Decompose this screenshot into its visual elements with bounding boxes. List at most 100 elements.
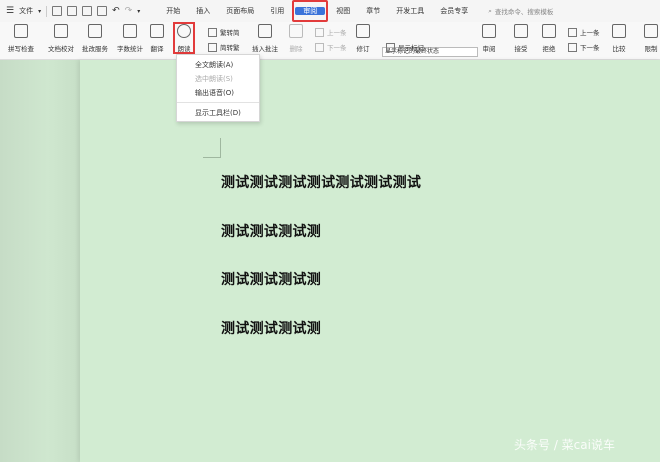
prev-change-icon xyxy=(568,27,577,37)
compare-icon xyxy=(612,24,626,38)
next-change-icon xyxy=(568,42,577,52)
menu-divider xyxy=(177,102,259,103)
simp-to-trad-label: 简转繁 xyxy=(220,44,240,52)
translate-button[interactable]: 翻译 xyxy=(150,24,164,53)
revise-icon xyxy=(356,24,370,38)
document-page[interactable] xyxy=(80,60,660,462)
divider xyxy=(46,5,48,17)
compare-button[interactable]: 比较 xyxy=(612,24,626,53)
undo-icon[interactable]: ↶ xyxy=(112,6,120,16)
tab-home[interactable]: 开始 xyxy=(158,3,188,19)
save-icon[interactable] xyxy=(52,6,63,16)
prev-comment-button[interactable]: 上一条 xyxy=(315,27,347,37)
read-aloud-highlight xyxy=(173,22,195,54)
document-line[interactable]: 测试测试测试测 xyxy=(221,269,321,289)
spellcheck-button[interactable]: 拼写检查 xyxy=(8,24,34,53)
read-all-item[interactable]: 全文朗读(A) xyxy=(177,58,259,72)
command-search[interactable]: ⌕ 查找命令、搜索模板 xyxy=(488,6,554,17)
doc-proof-label: 文档校对 xyxy=(48,45,74,53)
accept-icon xyxy=(514,24,528,38)
export-audio-item[interactable]: 输出语音(O) xyxy=(177,86,259,100)
revise-label: 修订 xyxy=(356,45,370,53)
compare-label: 比较 xyxy=(612,45,626,53)
paper-check-label: 批改服务 xyxy=(82,45,108,53)
next-change-button[interactable]: 下一条 xyxy=(568,42,600,52)
next-comment-label: 下一条 xyxy=(327,44,347,52)
paper-check-icon xyxy=(88,24,102,38)
review-ribbon: 拼写检查 文档校对 批改服务 字数统计 翻译 朗读 繁转简 简转繁 插入批注 删… xyxy=(0,22,660,60)
spellcheck-label: 拼写检查 xyxy=(8,45,34,53)
review-pane-button[interactable]: 审阅 xyxy=(482,24,496,53)
page-corner-mark xyxy=(203,138,221,158)
trad-to-simp-button[interactable]: 繁转简 xyxy=(208,27,240,37)
simp-to-trad-button[interactable]: 简转繁 xyxy=(208,42,240,52)
proofread-icon xyxy=(54,24,68,38)
document-line[interactable]: 测试测试测试测 xyxy=(221,221,321,241)
chevron-down-icon: ▾ xyxy=(38,7,42,15)
show-toolbar-item[interactable]: 显示工具栏(D) xyxy=(177,106,259,120)
word-count-icon xyxy=(123,24,137,38)
tab-insert[interactable]: 插入 xyxy=(188,3,218,19)
tab-view[interactable]: 视图 xyxy=(328,3,358,19)
next-comment-button[interactable]: 下一条 xyxy=(315,42,347,52)
review-pane-icon xyxy=(482,24,496,38)
spellcheck-icon xyxy=(14,24,28,38)
doc-proof-button[interactable]: 文档校对 xyxy=(48,24,74,53)
accept-label: 接受 xyxy=(514,45,528,53)
print-icon[interactable] xyxy=(82,6,93,16)
markup-icon xyxy=(386,42,395,52)
word-count-label: 字数统计 xyxy=(117,45,143,53)
show-markup-button[interactable]: 显示标记 xyxy=(386,42,424,52)
search-icon: ⌕ xyxy=(488,6,492,15)
menu-icon[interactable]: ☰ xyxy=(6,6,14,16)
tab-references[interactable]: 引用 xyxy=(262,3,292,19)
next-icon xyxy=(315,42,324,52)
preview-icon[interactable] xyxy=(97,6,108,16)
read-aloud-dropdown: 全文朗读(A) 选中朗读(S) 输出语音(O) 显示工具栏(D) xyxy=(176,54,260,122)
trad-to-simp-label: 繁转简 xyxy=(220,29,240,37)
word-count-button[interactable]: 字数统计 xyxy=(117,24,143,53)
tab-member[interactable]: 会员专享 xyxy=(432,3,476,19)
tab-page-layout[interactable]: 页面布局 xyxy=(218,3,262,19)
menu-bar: ☰ 文件 ▾ ↶ ↷ ▾ 开始 插入 页面布局 引用 审阅 视图 章节 开发工具… xyxy=(0,0,660,22)
watermark: 头条号 / 菜cai说车 xyxy=(514,438,615,452)
document-line[interactable]: 测试测试测试测 xyxy=(221,318,321,338)
lock-icon xyxy=(644,24,658,38)
restrict-label: 限制 xyxy=(644,45,658,53)
redo-icon[interactable]: ↷ xyxy=(125,6,133,16)
chevron-down-icon[interactable]: ▾ xyxy=(137,8,140,15)
document-line[interactable]: 测试测试测试测试测试测试测试 xyxy=(221,172,421,192)
prev-change-button[interactable]: 上一条 xyxy=(568,27,600,37)
read-selection-item: 选中朗读(S) xyxy=(195,75,233,83)
review-label: 审阅 xyxy=(482,45,496,53)
accept-button[interactable]: 接受 xyxy=(514,24,528,53)
comment-icon xyxy=(258,24,272,38)
export-icon[interactable] xyxy=(67,6,78,16)
show-markup-label: 显示标记 xyxy=(398,44,424,52)
page-margin-left xyxy=(0,60,80,462)
delete-comment-icon xyxy=(289,24,303,38)
tab-review[interactable]: 审阅 xyxy=(295,7,326,15)
next-change-label: 下一条 xyxy=(580,44,600,52)
insert-comment-button[interactable]: 插入批注 xyxy=(252,24,278,53)
ribbon-tabs: 开始 插入 页面布局 引用 审阅 视图 章节 开发工具 会员专享 xyxy=(158,0,476,22)
tab-developer[interactable]: 开发工具 xyxy=(388,3,432,19)
prev-comment-label: 上一条 xyxy=(327,29,347,37)
insert-comment-label: 插入批注 xyxy=(252,45,278,53)
translate-icon xyxy=(150,24,164,38)
restrict-editing-button[interactable]: 限制 xyxy=(644,24,658,53)
revise-button[interactable]: 修订 xyxy=(356,24,370,53)
convert-icon xyxy=(208,42,217,52)
prev-change-label: 上一条 xyxy=(580,29,600,37)
delete-label: 删除 xyxy=(289,45,303,53)
reject-icon xyxy=(542,24,556,38)
search-placeholder: 查找命令、搜索模板 xyxy=(494,8,554,16)
file-menu[interactable]: 文件 xyxy=(19,6,33,16)
tab-highlight: 审阅 xyxy=(292,0,329,22)
reject-button[interactable]: 拒绝 xyxy=(542,24,556,53)
delete-comment-button[interactable]: 删除 xyxy=(289,24,303,53)
reject-label: 拒绝 xyxy=(542,45,556,53)
paper-check-button[interactable]: 批改服务 xyxy=(82,24,108,53)
convert-icon xyxy=(208,27,217,37)
tab-chapter[interactable]: 章节 xyxy=(358,3,388,19)
